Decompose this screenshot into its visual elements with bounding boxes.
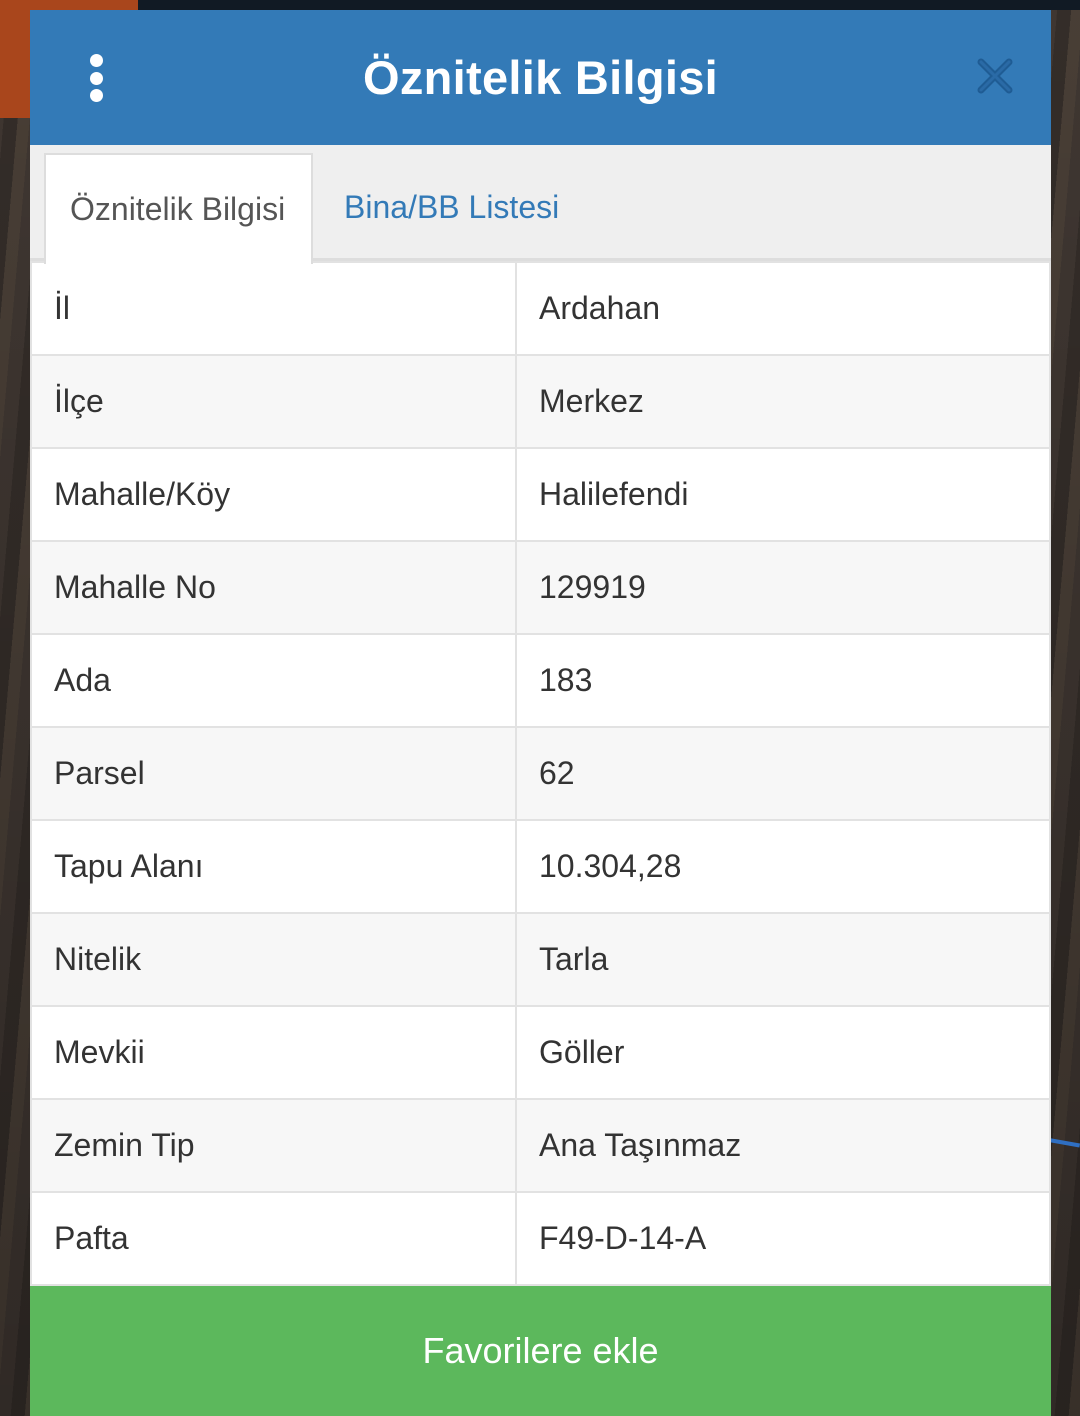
menu-dot [89,71,103,85]
menu-dot [89,89,103,102]
tab-bar: Öznitelik Bilgisi Bina/BB Listesi [30,145,1051,265]
attribute-value: Ardahan [515,261,1051,356]
attribute-value: Ana Taşınmaz [515,1098,1051,1193]
close-icon [977,58,1013,94]
table-row: Pafta F49-D-14-A [30,1191,1051,1286]
attribute-key: Mahalle/Köy [30,447,517,542]
attribute-value: 129919 [515,540,1051,635]
menu-dot [89,54,103,67]
table-row: Mevkii Göller [30,1005,1051,1100]
attribute-value: Merkez [515,354,1051,449]
attribute-key: Pafta [30,1191,517,1286]
background-map-strip [138,0,1080,10]
table-row: Nitelik Tarla [30,912,1051,1007]
table-row: Zemin Tip Ana Taşınmaz [30,1098,1051,1193]
table-row: İlçe Merkez [30,354,1051,449]
attribute-key: Zemin Tip [30,1098,517,1193]
dialog-header: Öznitelik Bilgisi [30,10,1051,146]
attribute-key: İl [30,261,517,356]
add-to-favorites-button[interactable]: Favorilere ekle [30,1286,1051,1416]
table-row: Mahalle/Köy Halilefendi [30,447,1051,542]
table-row: Parsel 62 [30,726,1051,821]
attribute-value: Göller [515,1005,1051,1100]
attribute-value: Halilefendi [515,447,1051,542]
attribute-key: Parsel [30,726,517,821]
table-row: İl Ardahan [30,261,1051,356]
tab-building-list[interactable]: Bina/BB Listesi [320,153,583,261]
close-button[interactable] [969,50,1021,102]
attribute-value: Tarla [515,912,1051,1007]
attribute-dialog: Öznitelik Bilgisi Öznitelik Bilgisi Bina… [30,10,1051,1416]
attribute-value: F49-D-14-A [515,1191,1051,1286]
table-row: Tapu Alanı 10.304,28 [30,819,1051,914]
attribute-key: Mahalle No [30,540,517,635]
dialog-title: Öznitelik Bilgisi [362,51,719,105]
attribute-value: 10.304,28 [515,819,1051,914]
attribute-key: İlçe [30,354,517,449]
attribute-value: 183 [515,633,1051,728]
attribute-key: Mevkii [30,1005,517,1100]
more-vertical-icon[interactable] [80,48,112,108]
table-row: Ada 183 [30,633,1051,728]
tab-attribute-info[interactable]: Öznitelik Bilgisi [44,153,313,265]
attribute-key: Tapu Alanı [30,819,517,914]
table-row: Mahalle No 129919 [30,540,1051,635]
attribute-value: 62 [515,726,1051,821]
attribute-key: Ada [30,633,517,728]
attribute-table: İl Ardahan İlçe Merkez Mahalle/Köy Halilefend… [30,261,1051,1286]
attribute-key: Nitelik [30,912,517,1007]
